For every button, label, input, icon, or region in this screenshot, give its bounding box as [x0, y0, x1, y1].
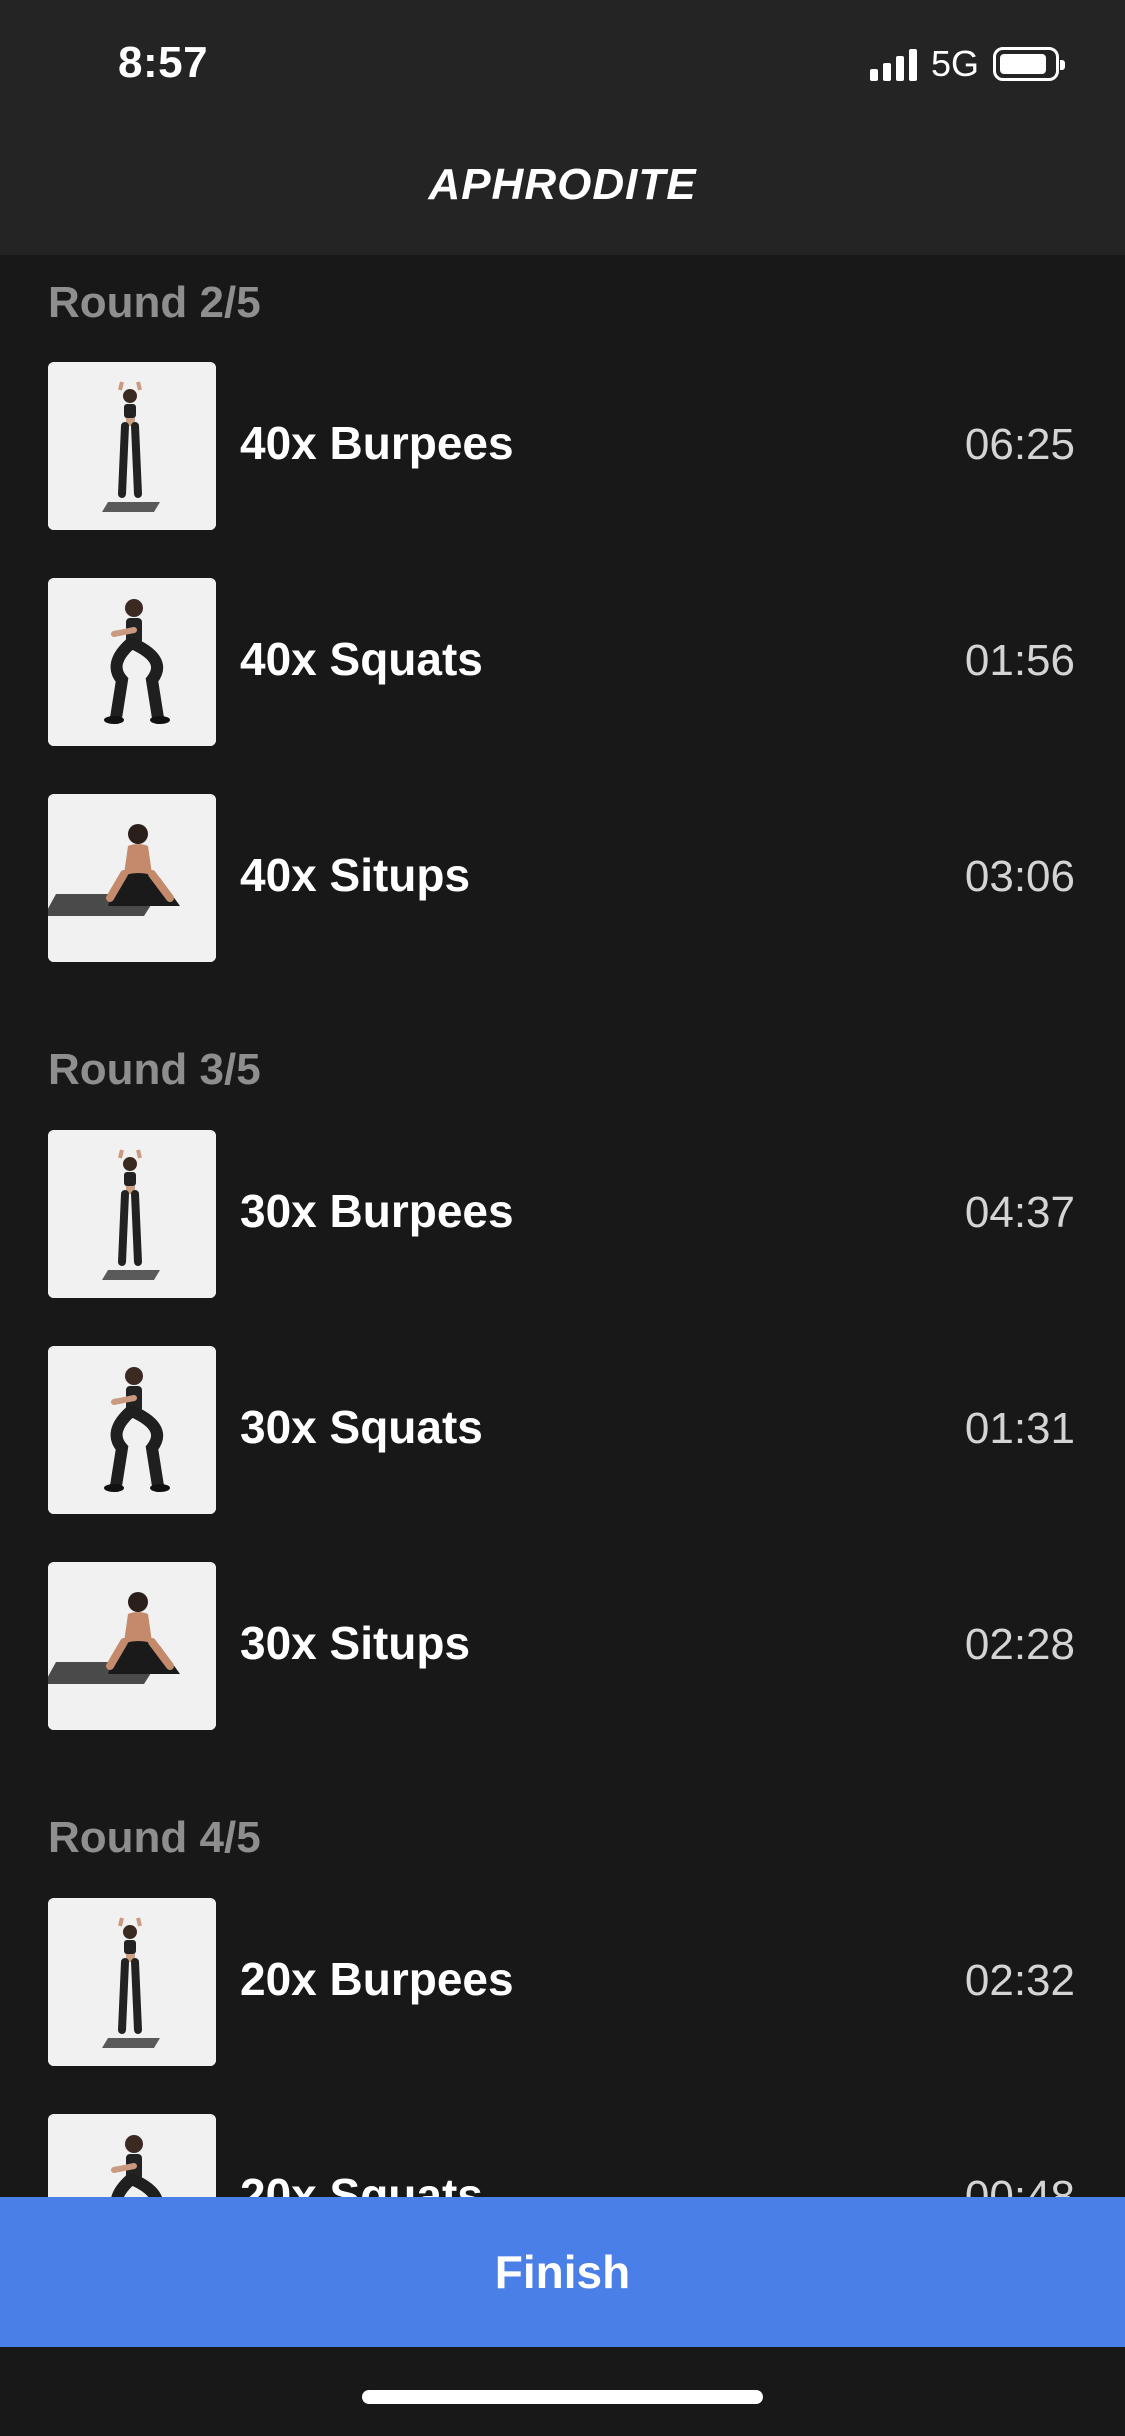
battery-icon	[993, 47, 1065, 81]
exercise-time: 01:56	[964, 636, 1075, 685]
exercise-row[interactable]: 30x Squats 01:31	[0, 1346, 1125, 1514]
home-indicator[interactable]	[362, 2390, 763, 2404]
status-indicators: 5G	[869, 43, 1065, 84]
exercise-time: 03:06	[964, 852, 1075, 901]
exercise-row[interactable]: 40x Burpees 06:25	[0, 362, 1125, 530]
round-title: Round 4/5	[48, 1813, 261, 1862]
exercise-time: 04:37	[964, 1188, 1075, 1237]
exercise-name: 30x Burpees	[240, 1185, 514, 1237]
exercise-row[interactable]: 40x Squats 01:56	[0, 578, 1125, 746]
exercise-name: 40x Squats	[240, 633, 483, 685]
exercise-name: 20x Burpees	[240, 1953, 514, 2005]
network-label: 5G	[930, 43, 979, 84]
exercise-row[interactable]: 20x Squats 00:48	[0, 2114, 1125, 2197]
workout-list[interactable]: Round 2/5 40x Burpees 06:25 40x Squats 0…	[0, 255, 1125, 2197]
finish-button[interactable]: Finish	[0, 2197, 1125, 2347]
exercise-name: 30x Situps	[240, 1617, 471, 1669]
round-title: Round 2/5	[48, 278, 261, 327]
squatting-woman-thumbnail	[48, 578, 216, 746]
status-time: 8:57	[118, 38, 209, 87]
page-title: APHRODITE	[428, 160, 697, 209]
exercise-time: 01:31	[964, 1404, 1075, 1453]
finish-button-label: Finish	[494, 2246, 631, 2298]
squatting-woman-thumbnail	[48, 1346, 216, 1514]
exercise-name: 40x Situps	[240, 849, 471, 901]
sitting-man-thumbnail	[48, 1562, 216, 1730]
exercise-row[interactable]: 30x Burpees 04:37	[0, 1130, 1125, 1298]
signal-icon	[869, 47, 917, 81]
round-title: Round 3/5	[48, 1045, 261, 1094]
exercise-time: 06:25	[964, 420, 1075, 469]
exercise-time: 02:32	[964, 1956, 1075, 2005]
sitting-man-thumbnail	[48, 794, 216, 962]
squatting-woman-thumbnail	[48, 2114, 216, 2197]
exercise-time: 00:48	[964, 2172, 1075, 2197]
header: 8:57 5G APHRODITE	[0, 0, 1125, 255]
exercise-row[interactable]: 30x Situps 02:28	[0, 1562, 1125, 1730]
standing-woman-thumbnail	[48, 1130, 216, 1298]
exercise-row[interactable]: 40x Situps 03:06	[0, 794, 1125, 962]
exercise-time: 02:28	[964, 1620, 1075, 1669]
exercise-row[interactable]: 20x Burpees 02:32	[0, 1898, 1125, 2066]
exercise-name: 40x Burpees	[240, 417, 514, 469]
standing-woman-thumbnail	[48, 1898, 216, 2066]
standing-woman-thumbnail	[48, 362, 216, 530]
exercise-name: 20x Squats	[240, 2169, 483, 2197]
exercise-name: 30x Squats	[240, 1401, 483, 1453]
